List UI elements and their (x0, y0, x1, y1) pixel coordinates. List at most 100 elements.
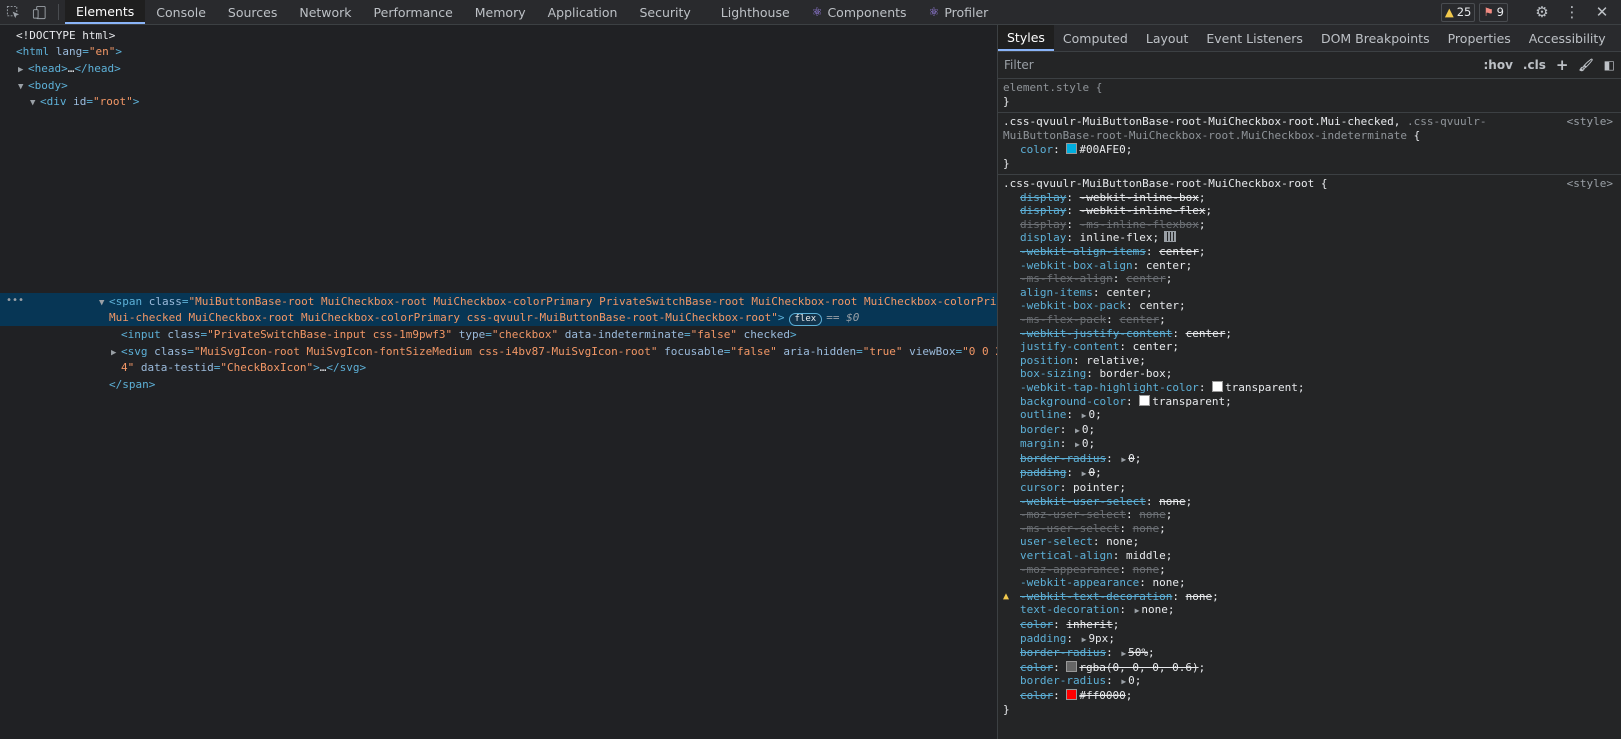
rule-source-link[interactable]: <style> (1567, 177, 1613, 190)
toggle-sidebar-icon[interactable]: ◧ (1604, 58, 1615, 72)
css-declaration[interactable]: border-radius: ▶ 50%; (1003, 646, 1616, 661)
element-style-rule[interactable]: element.style { } (998, 79, 1621, 113)
css-declaration[interactable]: background-color: transparent; (1003, 394, 1616, 409)
rule-source-link[interactable]: <style> (1567, 115, 1613, 128)
css-declaration[interactable]: color: inherit; (1003, 618, 1616, 632)
css-declaration[interactable]: margin: ▶ 0; (1003, 437, 1616, 452)
css-declaration[interactable]: -webkit-box-align: center; (1003, 259, 1616, 273)
tab-performance[interactable]: Performance (363, 0, 464, 24)
css-declaration[interactable]: color: #00AFE0; (1003, 143, 1616, 157)
settings-gear-icon[interactable]: ⚙ (1529, 0, 1555, 25)
more-options-icon[interactable]: ⋮ (1559, 0, 1585, 25)
cls-toggle[interactable]: .cls (1523, 58, 1546, 72)
expand-shorthand-icon[interactable]: ▶ (1082, 469, 1087, 478)
css-declaration[interactable]: -webkit-tap-highlight-color: transparent… (1003, 380, 1616, 395)
tab-security[interactable]: Security (628, 0, 701, 24)
css-declaration[interactable]: user-select: none; (1003, 535, 1616, 549)
css-declaration[interactable]: color: #ff0000; (1003, 688, 1616, 703)
filter-input[interactable]: Filter (1004, 58, 1473, 72)
tab-layout[interactable]: Layout (1137, 25, 1198, 51)
css-declaration[interactable]: position: relative; (1003, 354, 1616, 368)
css-declaration[interactable]: -ms-flex-pack: center; (1003, 313, 1616, 327)
tab-dom-breakpoints[interactable]: DOM Breakpoints (1312, 25, 1439, 51)
css-declaration[interactable]: padding: ▶ 9px; (1003, 632, 1616, 647)
flex-editor-icon[interactable] (1164, 231, 1177, 243)
tab-event-listeners[interactable]: Event Listeners (1197, 25, 1312, 51)
dom-doctype[interactable]: <!DOCTYPE html> (16, 28, 115, 44)
color-swatch[interactable] (1066, 688, 1078, 700)
expand-shorthand-icon[interactable]: ▶ (1075, 440, 1080, 449)
css-declaration[interactable]: border-radius: ▶ 0; (1003, 674, 1616, 689)
new-rule-plus-icon[interactable]: + (1556, 56, 1569, 74)
css-declaration[interactable]: ▲ -webkit-text-decoration: none; (1003, 590, 1616, 604)
tab-computed[interactable]: Computed (1054, 25, 1137, 51)
tab-styles[interactable]: Styles (998, 25, 1054, 51)
css-declaration[interactable]: -moz-appearance: none; (1003, 563, 1616, 577)
checked-rule[interactable]: <style> .css-qvuulr-MuiButtonBase-root-M… (998, 113, 1621, 175)
tab-accessibility[interactable]: Accessibility (1520, 25, 1615, 51)
css-declaration[interactable]: color: rgba(0, 0, 0, 0.6); (1003, 660, 1616, 675)
expand-triangle-icon[interactable]: ▶ (18, 62, 28, 78)
tab-properties[interactable]: Properties (1439, 25, 1520, 51)
color-swatch[interactable] (1212, 380, 1224, 392)
css-declaration[interactable]: border-radius: ▶ 0; (1003, 452, 1616, 467)
css-declaration[interactable]: box-sizing: border-box; (1003, 367, 1616, 381)
css-declaration[interactable]: text-decoration: ▶ none; (1003, 603, 1616, 618)
device-toolbar-icon[interactable] (26, 0, 52, 24)
color-swatch[interactable] (1066, 660, 1078, 672)
expand-shorthand-icon[interactable]: ▶ (1082, 411, 1087, 420)
collapse-triangle-icon[interactable]: ▼ (18, 79, 28, 95)
css-declaration[interactable]: display: -ms-inline-flexbox; (1003, 218, 1616, 232)
warnings-badge[interactable]: ▲ 25 (1440, 2, 1476, 22)
collapse-triangle-icon[interactable]: ▼ (99, 295, 109, 311)
css-declaration[interactable]: -ms-user-select: none; (1003, 522, 1616, 536)
css-declaration[interactable]: vertical-align: middle; (1003, 549, 1616, 563)
css-declaration[interactable]: -webkit-justify-content: center; (1003, 327, 1616, 341)
tab-application[interactable]: Application (537, 0, 629, 24)
css-declaration[interactable]: -ms-flex-align: center; (1003, 272, 1616, 286)
dom-root-div-node[interactable]: ▼ <div id="root"> (30, 94, 139, 111)
tab-sources[interactable]: Sources (217, 0, 288, 24)
css-declaration[interactable]: align-items: center; (1003, 286, 1616, 300)
color-swatch[interactable] (1066, 143, 1078, 154)
css-declaration[interactable]: -webkit-align-items: center; (1003, 245, 1616, 259)
dom-head-node[interactable]: ▶ <head>…</head> (18, 61, 121, 78)
inspect-element-icon[interactable] (0, 0, 26, 24)
dom-input-node[interactable]: <input class="PrivateSwitchBase-input cs… (121, 327, 797, 343)
dom-span-node[interactable]: ▼ <span class="MuiButtonBase-root MuiChec… (99, 294, 997, 311)
css-declaration[interactable]: -webkit-user-select: none; (1003, 495, 1616, 509)
css-declaration[interactable]: -moz-user-select: none; (1003, 508, 1616, 522)
dom-span-node-cont[interactable]: Mui-checked MuiCheckbox-root MuiCheckbox… (109, 310, 859, 326)
expand-triangle-icon[interactable]: ▶ (111, 345, 121, 361)
collapse-triangle-icon[interactable]: ▼ (30, 95, 40, 111)
dom-svg-node-cont[interactable]: 4" data-testid="CheckBoxIcon">…</svg> (121, 360, 366, 376)
css-declaration[interactable]: -webkit-box-pack: center; (1003, 299, 1616, 313)
expand-shorthand-icon[interactable]: ▶ (1121, 677, 1126, 686)
tab-elements[interactable]: Elements (65, 0, 146, 24)
tab-components[interactable]: ⚛ Components (801, 0, 918, 24)
css-declaration[interactable]: padding: ▶ 0; (1003, 466, 1616, 481)
expand-shorthand-icon[interactable]: ▶ (1075, 426, 1080, 435)
hov-toggle[interactable]: :hov (1483, 58, 1512, 72)
dom-svg-node[interactable]: ▶ <svg class="MuiSvgIcon-root MuiSvgIcon-… (111, 344, 997, 361)
css-declaration[interactable]: display: inline-flex; (1003, 231, 1616, 245)
dom-span-close[interactable]: </span> (109, 377, 155, 393)
tab-memory[interactable]: Memory (464, 0, 537, 24)
dom-body-node[interactable]: ▼ <body> (18, 78, 68, 95)
root-rule[interactable]: <style> .css-qvuulr-MuiButtonBase-root-M… (998, 175, 1621, 720)
color-swatch[interactable] (1139, 394, 1151, 406)
tab-console[interactable]: Console (145, 0, 217, 24)
flex-badge[interactable]: flex (788, 313, 823, 326)
tab-profiler[interactable]: ⚛ Profiler (918, 0, 1000, 24)
tab-network[interactable]: Network (288, 0, 362, 24)
expand-shorthand-icon[interactable]: ▶ (1121, 455, 1126, 464)
node-menu-icon[interactable]: ••• (6, 295, 24, 306)
expand-shorthand-icon[interactable]: ▶ (1135, 606, 1140, 615)
paint-format-icon[interactable]: 🖌 (1578, 58, 1593, 72)
css-declaration[interactable]: display: -webkit-inline-flex; (1003, 204, 1616, 218)
expand-shorthand-icon[interactable]: ▶ (1121, 649, 1126, 658)
css-declaration[interactable]: justify-content: center; (1003, 340, 1616, 354)
css-declaration[interactable]: cursor: pointer; (1003, 481, 1616, 495)
css-declaration[interactable]: outline: ▶ 0; (1003, 408, 1616, 423)
dom-html-node[interactable]: <html lang="en"> (16, 44, 122, 60)
